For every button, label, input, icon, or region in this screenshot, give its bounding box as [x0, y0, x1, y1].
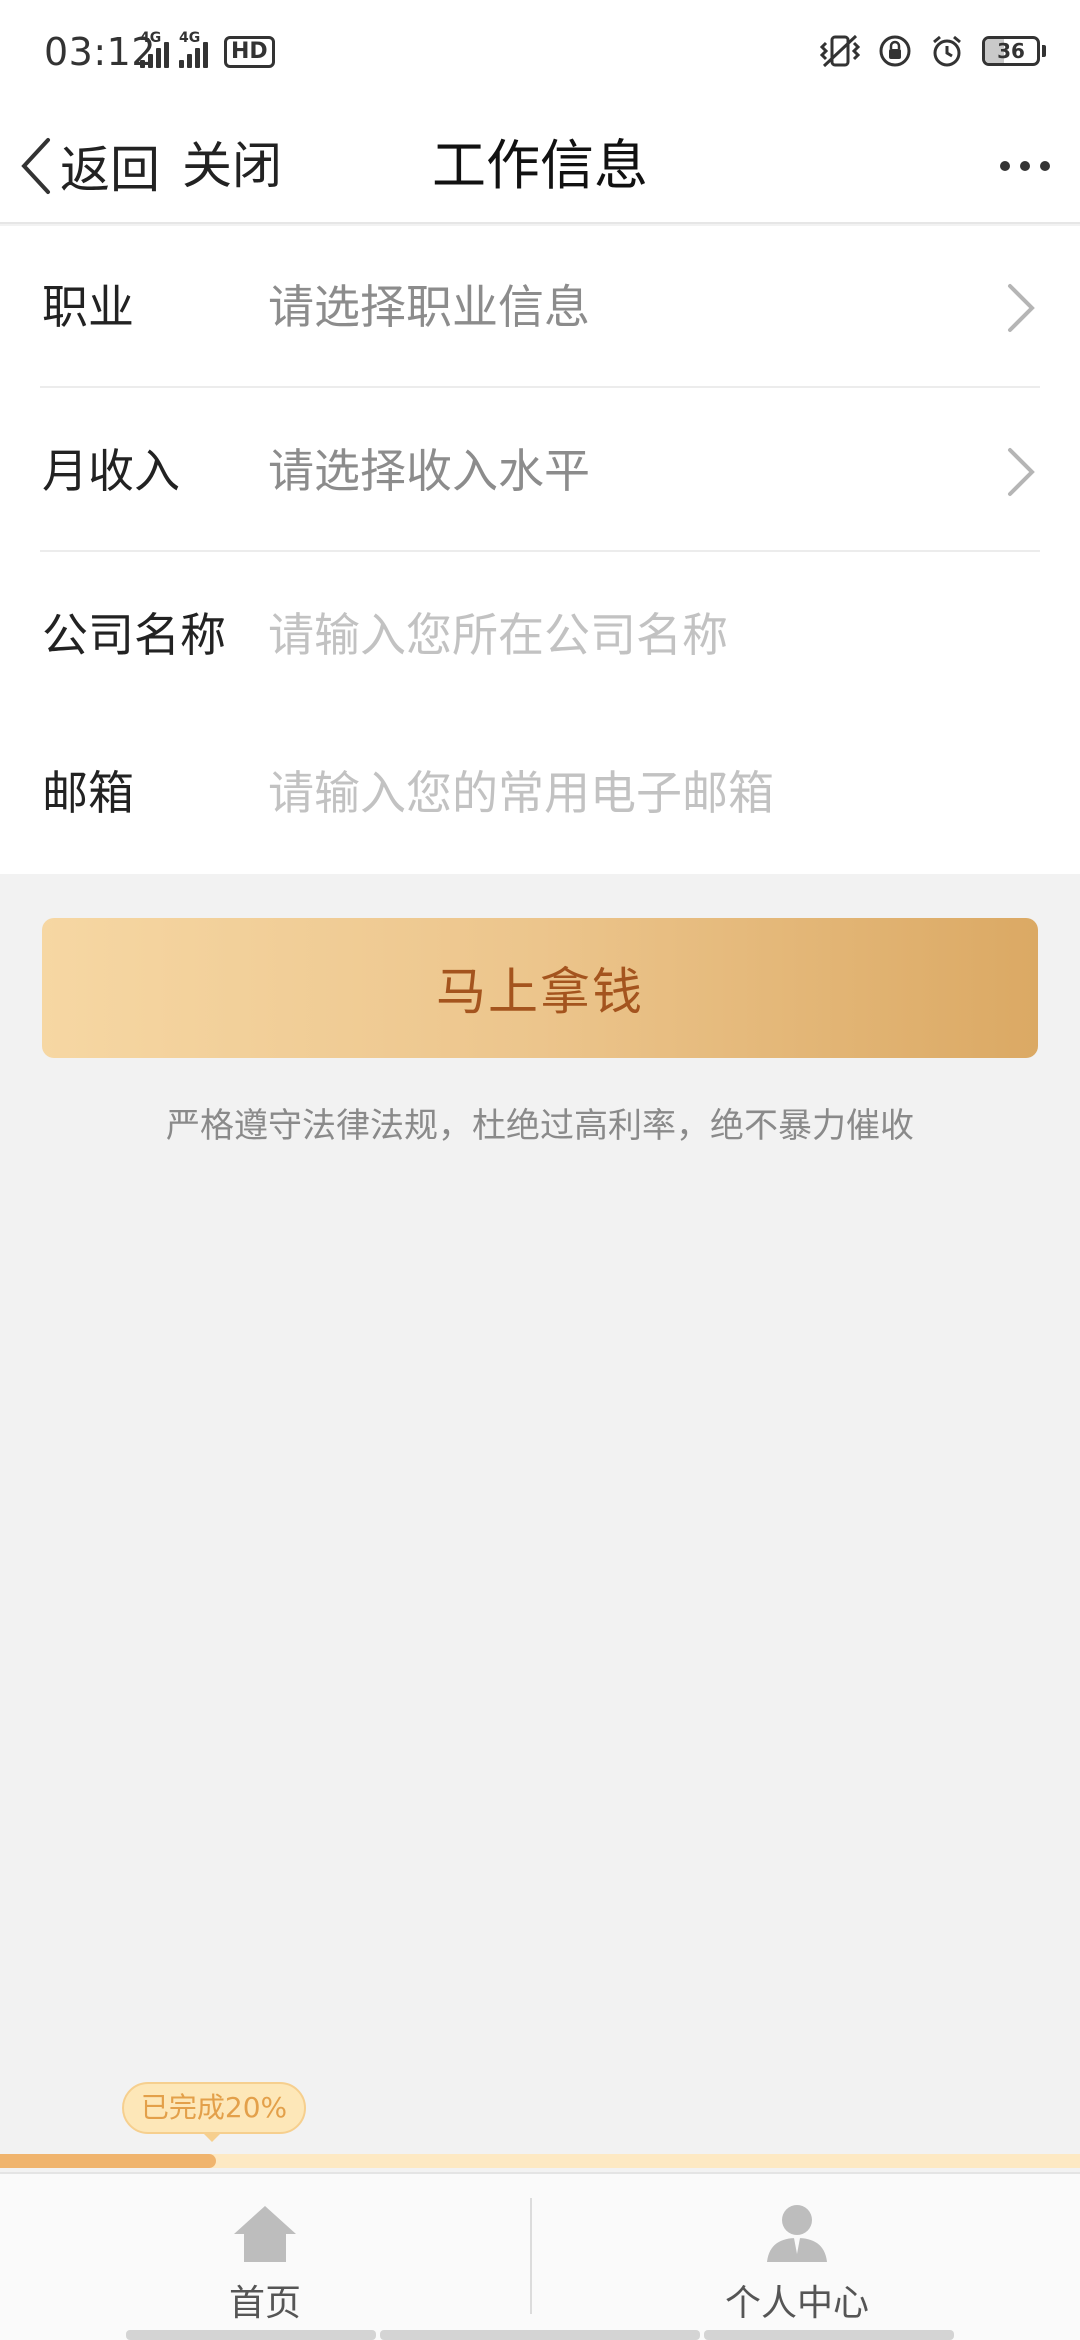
company-row: 公司名称 — [40, 554, 1040, 716]
email-label: 邮箱 — [42, 766, 134, 820]
tab-home[interactable]: 首页 — [0, 2174, 530, 2340]
email-row: 邮箱 — [40, 712, 1040, 874]
home-icon — [234, 2206, 296, 2262]
battery-level: 36 — [997, 39, 1025, 63]
nav-bar: 返回 关闭 工作信息 — [0, 108, 1080, 224]
user-icon — [767, 2205, 827, 2262]
disclaimer-text: 严格遵守法律法规，杜绝过高利率，绝不暴力催收 — [166, 1106, 914, 1146]
network-indicators: 4G 4G HD — [140, 30, 275, 68]
page-title: 工作信息 — [432, 134, 648, 197]
occupation-row[interactable]: 职业 请选择职业信息 — [40, 226, 1040, 388]
tab-profile-label: 个人中心 — [724, 2283, 869, 2324]
income-select[interactable]: 请选择收入水平 — [268, 390, 590, 552]
tab-home-label: 首页 — [228, 2283, 301, 2324]
get-money-button[interactable]: 马上拿钱 — [42, 918, 1038, 1058]
status-bar: 03:12 4G 4G HD 36 — [0, 0, 1080, 108]
occupation-select[interactable]: 请选择职业信息 — [268, 226, 590, 388]
tab-bar: 首页 个人中心 — [0, 2172, 1080, 2340]
more-button[interactable] — [1000, 148, 1050, 184]
occupation-label: 职业 — [42, 280, 134, 334]
income-row[interactable]: 月收入 请选择收入水平 — [40, 390, 1040, 552]
work-info-form: 职业 请选择职业信息 月收入 请选择收入水平 公司名称 邮箱 — [0, 226, 1080, 874]
system-indicators: 36 — [820, 34, 1046, 68]
chevron-right-icon — [1008, 284, 1035, 332]
signal-icon: 4G — [140, 30, 169, 68]
battery-icon: 36 — [982, 36, 1046, 66]
tab-profile[interactable]: 个人中心 — [532, 2174, 1062, 2340]
progress-bar — [0, 2154, 1080, 2168]
chevron-right-icon — [1008, 448, 1035, 496]
hd-voice-icon: HD — [224, 36, 275, 68]
more-icon — [1000, 161, 1010, 171]
progress-badge: 已完成20% — [122, 2082, 306, 2134]
company-label: 公司名称 — [42, 608, 226, 662]
vibrate-icon — [820, 34, 860, 68]
company-name-input[interactable] — [268, 594, 1028, 676]
email-input[interactable] — [268, 752, 1028, 834]
signal-icon: 4G — [179, 30, 208, 68]
gesture-bar — [126, 2330, 376, 2340]
rotation-lock-icon — [879, 35, 911, 67]
alarm-icon — [933, 35, 961, 67]
income-label: 月收入 — [42, 444, 180, 498]
progress-fill — [0, 2154, 216, 2168]
